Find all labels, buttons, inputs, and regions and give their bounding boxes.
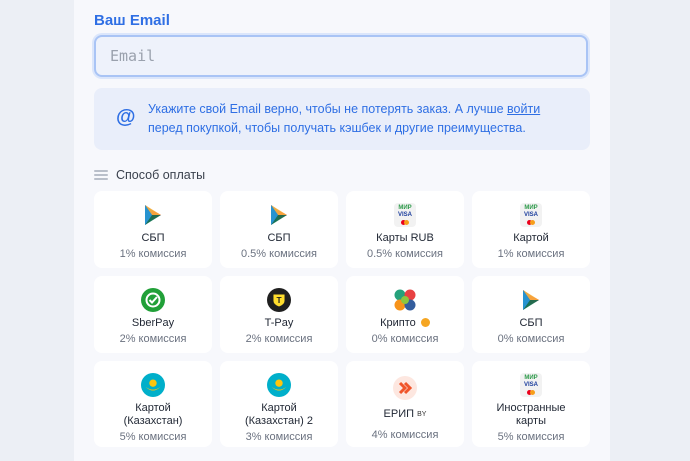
payment-method-sbp-2[interactable]: СБП 0.5% комиссия	[220, 191, 338, 268]
payment-method-erip[interactable]: ЕРИП BY 4% комиссия	[346, 361, 464, 447]
kazakhstan-flag-icon	[141, 373, 165, 397]
coin-icon	[420, 318, 430, 327]
email-info-text: Укажите свой Email верно, чтобы не потер…	[148, 102, 541, 135]
sbp-icon	[519, 288, 543, 312]
mir-visa-icon: МИР VISA	[393, 203, 417, 227]
payment-method-sberpay[interactable]: SberPay 2% комиссия	[94, 276, 212, 353]
list-icon	[94, 170, 108, 180]
svg-text:T: T	[276, 295, 281, 305]
crypto-icon	[393, 288, 417, 312]
payment-method-card[interactable]: МИР VISA Картой 1% комиссия	[472, 191, 590, 268]
erip-icon	[393, 376, 417, 400]
sbp-icon	[267, 203, 291, 227]
email-input[interactable]	[94, 35, 588, 77]
payment-method-cards-rub[interactable]: МИР VISA Карты RUB 0.5% комиссия	[346, 191, 464, 268]
mir-visa-icon: МИР VISA	[519, 203, 543, 227]
checkout-panel: Ваш Email @ Укажите свой Email верно, чт…	[74, 0, 610, 461]
mir-visa-icon: МИР VISA	[519, 373, 543, 397]
payment-method-tpay[interactable]: T T-Pay 2% комиссия	[220, 276, 338, 353]
sberpay-icon	[141, 288, 165, 312]
payment-method-sbp-3[interactable]: СБП 0% комиссия	[472, 276, 590, 353]
payment-method-crypto[interactable]: Крипто 0% комиссия	[346, 276, 464, 353]
login-link[interactable]: войти	[507, 102, 540, 116]
payment-methods-grid: СБП 1% комиссия СБП 0.5% комиссия МИР VIS…	[94, 191, 590, 447]
payment-method-foreign-cards[interactable]: МИР VISA Иностранные карты 5% комиссия	[472, 361, 590, 447]
sbp-icon	[141, 203, 165, 227]
at-icon: @	[116, 106, 136, 128]
payment-method-sbp[interactable]: СБП 1% комиссия	[94, 191, 212, 268]
kazakhstan-flag-icon	[267, 373, 291, 397]
tpay-icon: T	[267, 288, 291, 312]
email-label: Ваш Email	[94, 12, 170, 29]
payment-method-heading: Способ оплаты	[94, 167, 205, 183]
payment-method-card-kazakhstan[interactable]: Картой (Казахстан) 5% комиссия	[94, 361, 212, 447]
email-info-box: @ Укажите свой Email верно, чтобы не пот…	[94, 88, 590, 150]
payment-method-card-kazakhstan-2[interactable]: Картой (Казахстан) 2 3% комиссия	[220, 361, 338, 447]
